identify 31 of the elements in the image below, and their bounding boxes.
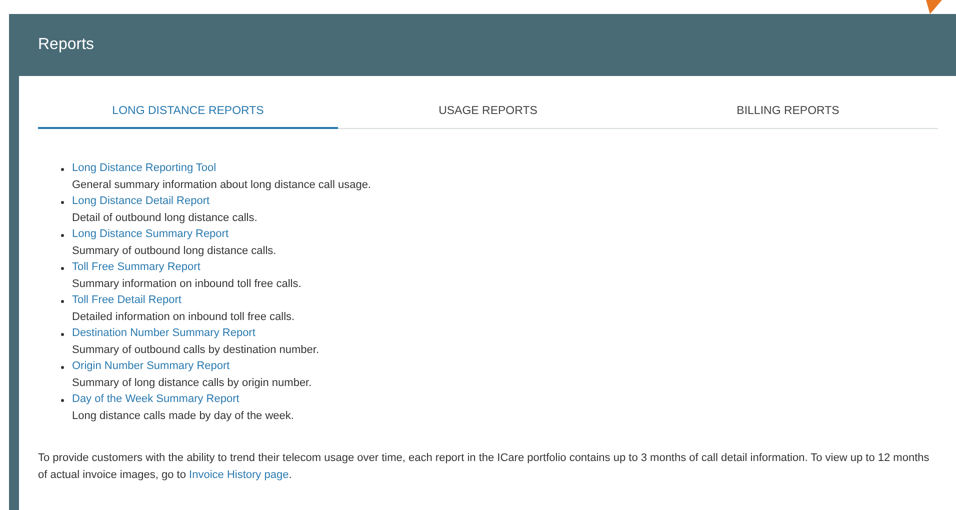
tab[interactable]: USAGE REPORTS [338,96,638,129]
report-description: Summary of outbound long distance calls. [72,244,276,258]
bullet-icon [61,267,64,270]
report-description: Detailed information on inbound toll free calls. [72,310,295,324]
note-text: To provide customers with the ability to trend their telecom usage over time, each report in the ICare portfolio contains up to 3 months of call detail information. To view up to 12 months of actual invoice images, go to Invoice History page. [38,451,930,483]
report-description: Summary information on inbound toll free calls. [72,276,302,292]
tab[interactable]: LONG DISTANCE REPORTS [38,96,338,129]
report-link[interactable]: Toll Free Summary Report [72,259,302,276]
invoice-history-link[interactable]: Invoice History page [189,469,289,481]
bullet-icon [61,366,64,369]
bullet-icon [61,168,64,171]
report-link[interactable]: Day of the Week Summary Report [72,391,294,408]
bullet-icon [61,399,64,402]
tab[interactable]: BILLING REPORTS [638,96,938,129]
triangle-icon [926,0,942,14]
report-description: Summary of long distance calls by origin number. [72,376,312,390]
report-description: Detail of outbound long distance calls. [72,210,258,226]
report-link[interactable]: Toll Free Detail Report [72,292,295,308]
bullet-icon [61,234,64,237]
report-link[interactable]: Long Distance Detail Report [72,193,258,210]
report-description: General summary information about long distance call usage. [72,178,371,192]
page-title: Reports [38,36,94,54]
report-link[interactable]: Origin Number Summary Report [72,358,312,374]
report-link[interactable]: Destination Number Summary Report [72,325,320,342]
bullet-icon [61,201,64,204]
bullet-icon [61,333,64,336]
bullet-icon [61,300,64,303]
report-description: Long distance calls made by day of the week. [72,408,294,424]
report-description: Summary of outbound calls by destination number. [72,342,320,358]
report-link[interactable]: Long Distance Reporting Tool [72,160,371,176]
report-link[interactable]: Long Distance Summary Report [72,226,276,242]
